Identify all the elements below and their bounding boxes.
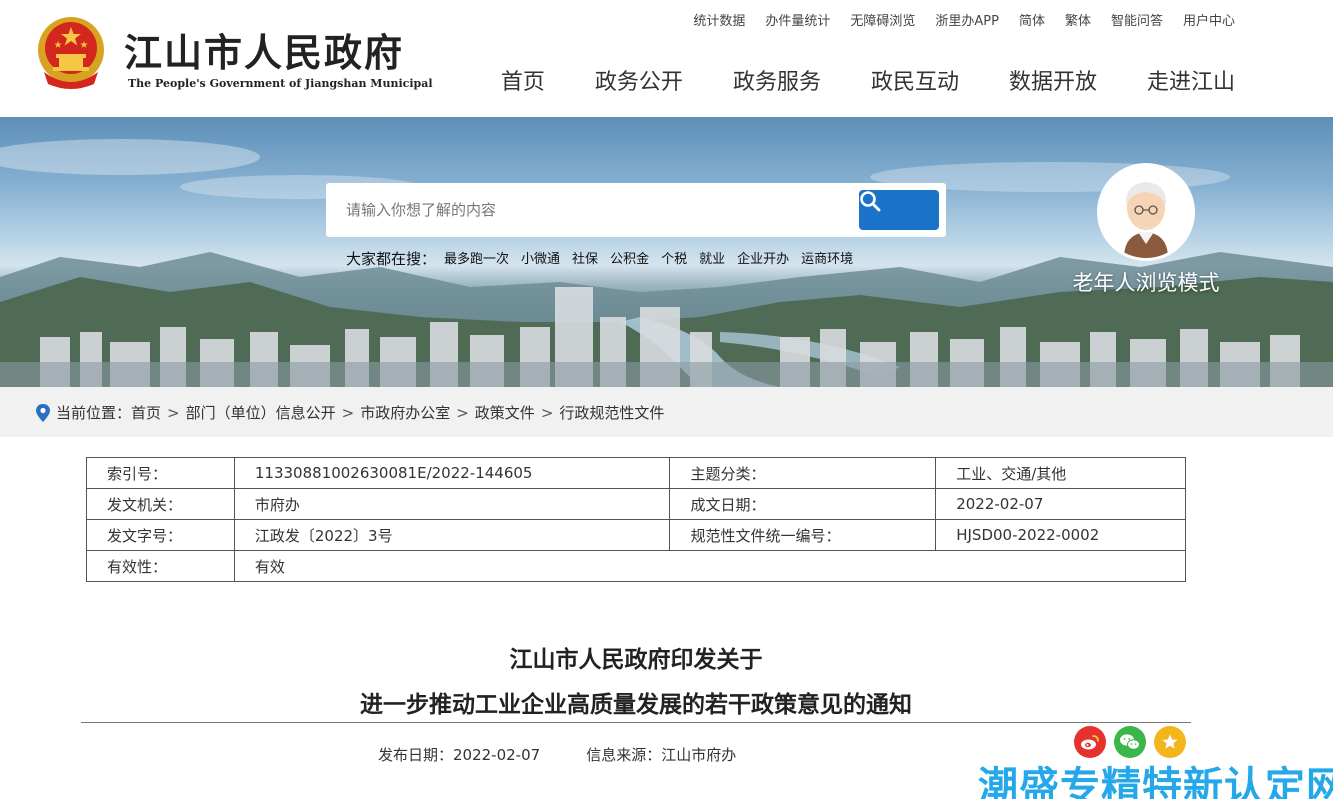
search-box: [326, 183, 946, 237]
table-row: 发文字号： 江政发〔2022〕3号 规范性文件统一编号： HJSD00-2022…: [86, 519, 1186, 551]
hot-search-item[interactable]: 个税: [661, 248, 687, 269]
validity-value: 有效: [233, 550, 1187, 582]
breadcrumb: 当前位置： 首页 > 部门（单位）信息公开 > 市政府办公室 > 政策文件 > …: [34, 402, 664, 423]
topic-category-label: 主题分类：: [669, 457, 937, 489]
hot-search-item[interactable]: 社保: [572, 248, 598, 269]
site-title[interactable]: 江山市人民政府: [124, 22, 404, 77]
breadcrumb-dept-info[interactable]: 部门（单位）信息公开: [186, 402, 336, 423]
utility-links: 统计数据 办件量统计 无障碍浏览 浙里办APP 简体 繁体 智能问答 用户中心: [693, 10, 1235, 29]
issuing-authority-label: 发文机关：: [86, 488, 235, 520]
breadcrumb-policy-docs[interactable]: 政策文件: [475, 402, 535, 423]
nav-home[interactable]: 首页: [501, 64, 545, 96]
nav-about-jiangshan[interactable]: 走进江山: [1147, 64, 1235, 96]
breadcrumb-separator: >: [540, 403, 554, 422]
main-nav: 首页 政务公开 政务服务 政民互动 数据开放 走进江山: [501, 64, 1235, 96]
table-row: 索引号： 11330881002630081E/2022-144605 主题分类…: [86, 457, 1186, 489]
table-row: 有效性： 有效: [86, 550, 1187, 582]
national-emblem-icon[interactable]: [36, 14, 106, 90]
index-number-value: 11330881002630081E/2022-144605: [233, 457, 671, 489]
hot-searches: 大家都在搜： 最多跑一次 小微通 社保 公积金 个税 就业 企业开办 运商环境: [346, 248, 853, 269]
search-icon: [860, 191, 881, 212]
hot-search-item[interactable]: 运商环境: [801, 248, 853, 269]
hot-searches-label: 大家都在搜：: [346, 250, 437, 268]
hot-search-item[interactable]: 公积金: [610, 248, 649, 269]
breadcrumb-label: 当前位置：: [56, 404, 132, 422]
utility-link-accessibility[interactable]: 无障碍浏览: [850, 10, 915, 29]
hot-search-item[interactable]: 小微通: [521, 248, 560, 269]
table-row: 发文机关： 市府办 成文日期： 2022-02-07: [86, 488, 1186, 520]
breadcrumb-gov-office[interactable]: 市政府办公室: [360, 402, 450, 423]
article-title-line-1: 江山市人民政府印发关于: [509, 647, 763, 673]
breadcrumb-normative-docs[interactable]: 行政规范性文件: [559, 402, 664, 423]
breadcrumb-separator: >: [456, 403, 469, 422]
nav-open-data[interactable]: 数据开放: [1009, 64, 1097, 96]
breadcrumb-separator: >: [167, 403, 180, 422]
search-input[interactable]: [326, 183, 856, 237]
document-number-label: 发文字号：: [86, 519, 235, 551]
elder-mode-avatar[interactable]: [1097, 163, 1195, 261]
unified-code-value: HJSD00-2022-0002: [935, 519, 1186, 551]
search-button[interactable]: [859, 190, 939, 230]
watermark-text: 潮盛专精特新认定网: [978, 764, 1333, 799]
site-header: 江山市人民政府 The People's Government of Jiang…: [0, 0, 1333, 117]
title-divider: [81, 722, 1191, 723]
breadcrumb-bar: 当前位置： 首页 > 部门（单位）信息公开 > 市政府办公室 > 政策文件 > …: [0, 387, 1333, 437]
weibo-icon: [1081, 735, 1099, 750]
unified-code-label: 规范性文件统一编号：: [669, 519, 937, 551]
article-title-line-2: 进一步推动工业企业高质量发展的若干政策意见的通知: [360, 692, 912, 718]
favorite-icon: [1162, 734, 1178, 749]
utility-link-case-stats[interactable]: 办件量统计: [765, 10, 830, 29]
info-source: 信息来源：江山市府办: [586, 746, 737, 764]
utility-link-smart-qa[interactable]: 智能问答: [1111, 10, 1163, 29]
breadcrumb-home[interactable]: 首页: [131, 402, 161, 423]
written-date-value: 2022-02-07: [935, 488, 1186, 520]
utility-link-traditional[interactable]: 繁体: [1065, 10, 1091, 29]
elder-mode-label[interactable]: 老年人浏览模式: [1060, 267, 1232, 297]
written-date-label: 成文日期：: [669, 488, 937, 520]
breadcrumb-separator: >: [341, 403, 355, 422]
utility-link-stats[interactable]: 统计数据: [693, 10, 745, 29]
hero-banner: 大家都在搜： 最多跑一次 小微通 社保 公积金 个税 就业 企业开办 运商环境 …: [0, 117, 1333, 387]
utility-link-user-center[interactable]: 用户中心: [1183, 10, 1235, 29]
document-info-table: 索引号： 11330881002630081E/2022-144605 主题分类…: [86, 457, 1187, 582]
topic-category-value: 工业、交通/其他: [935, 457, 1186, 489]
index-number-label: 索引号：: [86, 457, 235, 489]
site-subtitle: The People's Government of Jiangshan Mun…: [128, 77, 433, 90]
hot-search-item[interactable]: 最多跑一次: [444, 248, 509, 269]
publish-date: 发布日期：2022-02-07: [378, 746, 541, 764]
issuing-authority-value: 市府办: [233, 488, 671, 520]
nav-gov-affairs-open[interactable]: 政务公开: [595, 64, 683, 96]
nav-interaction[interactable]: 政民互动: [871, 64, 959, 96]
utility-link-simplified[interactable]: 简体: [1019, 10, 1045, 29]
document-number-value: 江政发〔2022〕3号: [233, 519, 671, 551]
elderly-person-icon: [1100, 166, 1192, 258]
hot-search-item[interactable]: 企业开办: [737, 248, 789, 269]
validity-label: 有效性：: [86, 550, 235, 582]
article-meta: 发布日期：2022-02-07 信息来源：江山市府办: [378, 744, 736, 765]
utility-link-zheliban-app[interactable]: 浙里办APP: [935, 10, 999, 29]
hot-search-item[interactable]: 就业: [699, 248, 725, 269]
location-pin-icon: [36, 403, 50, 422]
wechat-icon: [1120, 734, 1140, 750]
nav-gov-services[interactable]: 政务服务: [733, 64, 821, 96]
